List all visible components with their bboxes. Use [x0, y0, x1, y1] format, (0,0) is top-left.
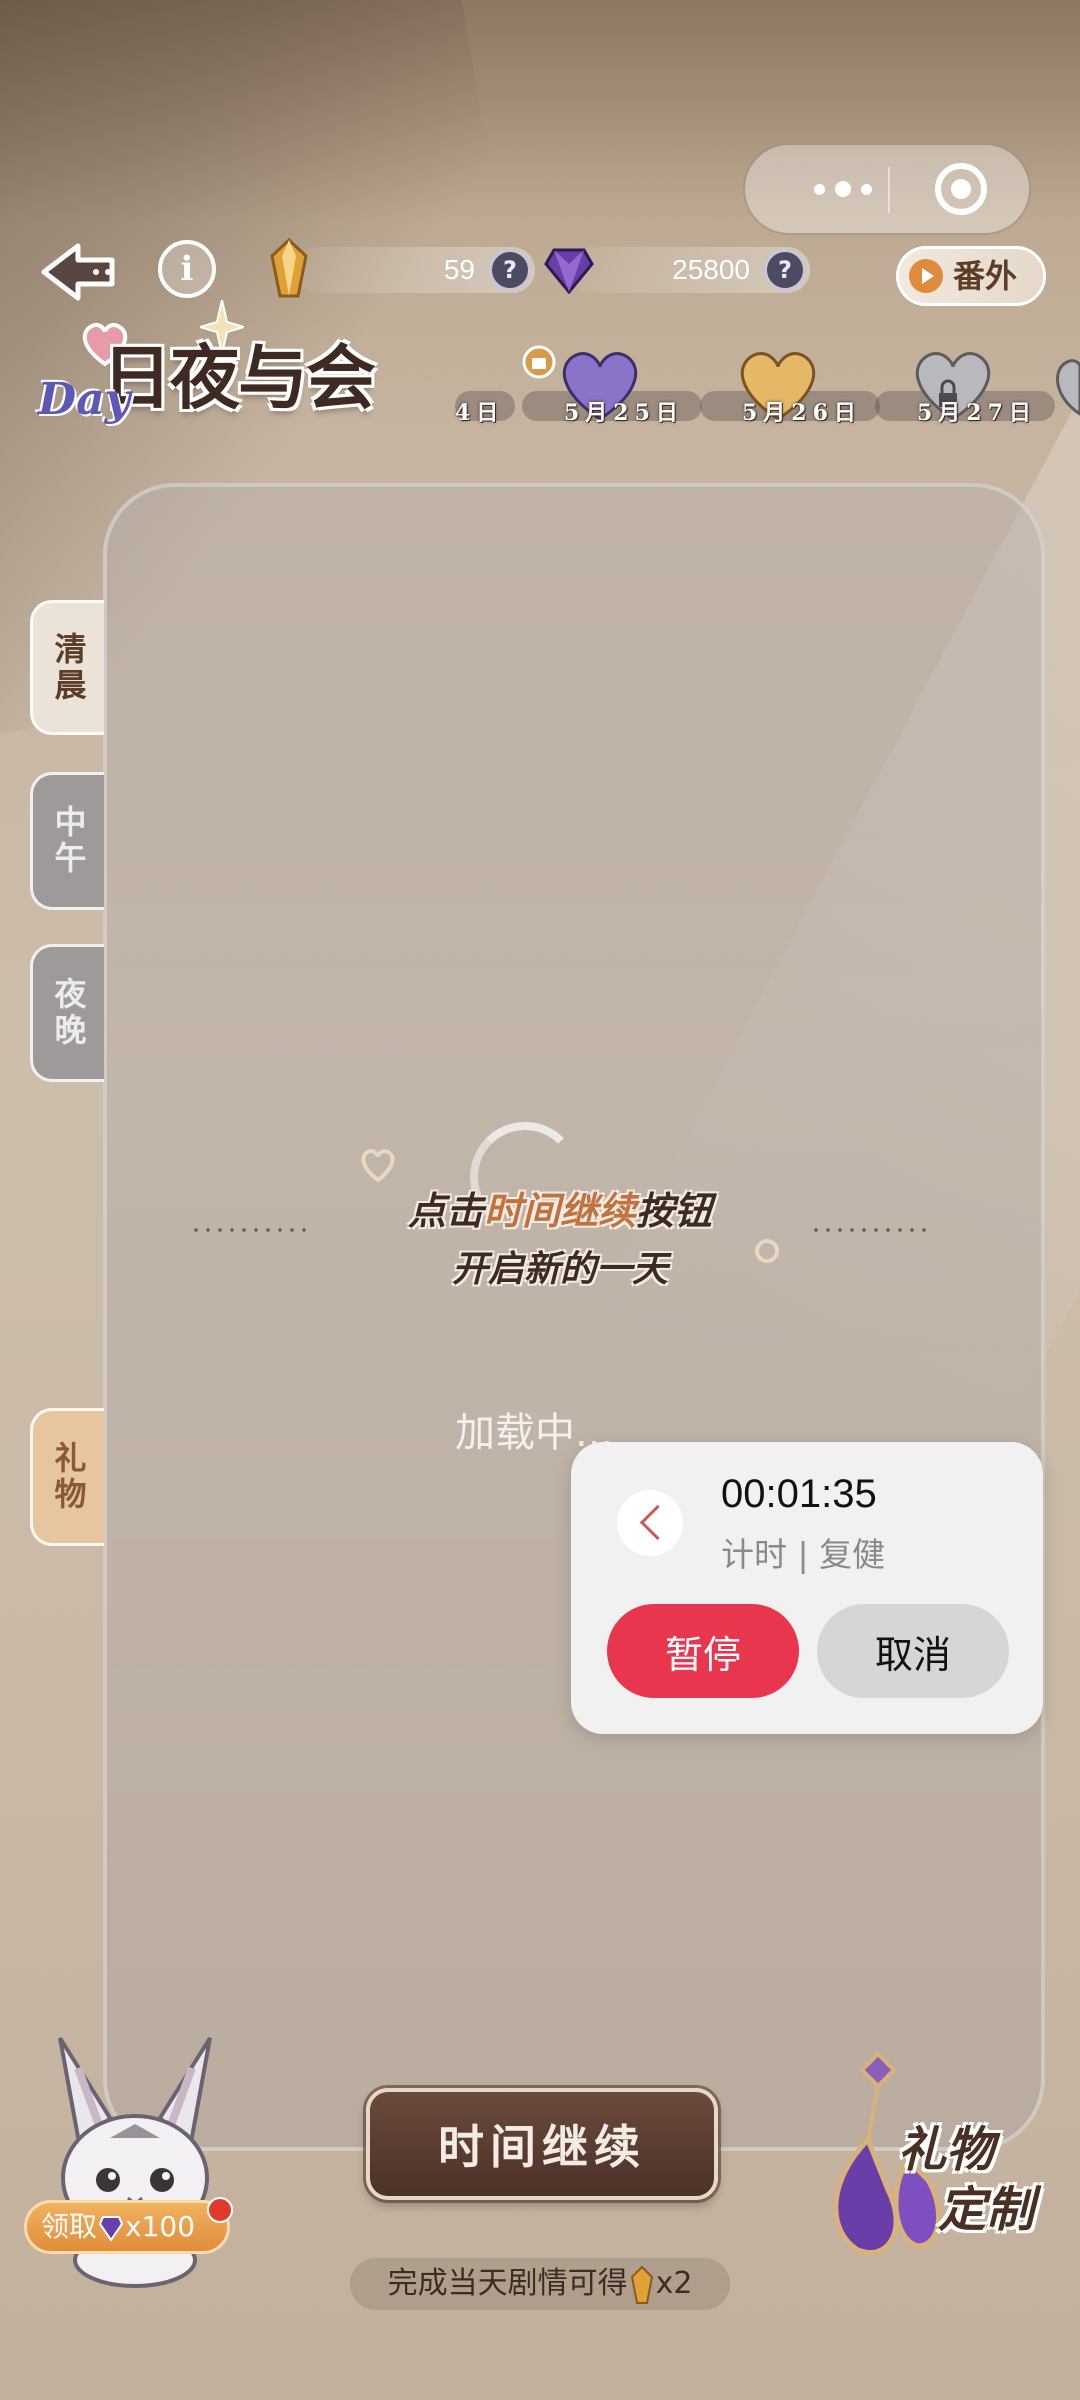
play-icon [909, 259, 943, 293]
side-tab-morning[interactable]: 清晨 [30, 600, 104, 735]
purple-gem-icon [544, 248, 594, 294]
prompt-text-highlight: 时间继续 [483, 1188, 636, 1233]
currency-gold: 59 ? [295, 247, 535, 293]
side-tab-night-label: 夜晚 [49, 977, 88, 1049]
date-tab-label: 5月25日 [564, 400, 684, 426]
info-button[interactable]: i [158, 240, 216, 298]
date-tab-5-27[interactable]: 5月27日 [875, 345, 1055, 426]
logo-title: 日夜与会 [102, 336, 376, 419]
start-prompt: 点击时间继续按钮 开启新的一天 [190, 1170, 930, 1300]
extra-story-label: 番外 [953, 257, 1018, 295]
currency-purple-help-icon[interactable]: ? [764, 249, 806, 291]
cancel-button[interactable]: 取消 [817, 1604, 1009, 1698]
timer-subtitle: 计时 | 复健 [721, 1535, 886, 1574]
date-tab-partial[interactable]: 4日 [455, 345, 515, 426]
side-tab-night[interactable]: 夜晚 [30, 944, 104, 1082]
gold-gem-mini-icon [630, 2265, 653, 2304]
date-tab-label: 4日 [455, 400, 505, 426]
prompt-line-2: 开启新的一天 [451, 1248, 668, 1290]
claim-notification-dot [207, 2197, 233, 2223]
claim-label: 领取 [41, 2210, 98, 2243]
currency-purple: 25800 ? [570, 247, 810, 293]
gift-customize-label-2: 定制 [938, 2182, 1035, 2238]
time-continue-button[interactable]: 时间继续 [366, 2088, 718, 2200]
date-tab-5-25[interactable]: 5月25日 [522, 345, 702, 426]
game-logo: 日夜与会 Day [30, 300, 460, 460]
hint-reward: x2 [655, 2266, 693, 2301]
close-miniprogram-icon[interactable] [935, 163, 987, 215]
side-tab-gift-label: 礼物 [49, 1441, 88, 1513]
hint-text: 完成当天剧情可得 [387, 2266, 628, 2301]
gift-badge-icon [522, 345, 556, 379]
logo-day: Day [38, 374, 131, 425]
side-tab-morning-label: 清晨 [49, 631, 88, 704]
side-tab-noon-label: 中午 [49, 805, 88, 877]
currency-gold-help-icon[interactable]: ? [489, 249, 531, 291]
extra-story-button[interactable]: 番外 [896, 246, 1046, 306]
timer-time: 00:01:35 [721, 1472, 877, 1516]
claim-reward-button[interactable]: 领取 x100 [24, 2197, 233, 2254]
prompt-text-post: 按钮 [636, 1188, 713, 1233]
timer-popup: 00:01:35 计时 | 复健 暂停 取消 [571, 1442, 1043, 1734]
side-tab-gift[interactable]: 礼物 [30, 1408, 104, 1546]
date-tab-label: 5月26日 [742, 400, 862, 426]
prompt-line-1: 点击时间继续按钮 [190, 1180, 930, 1235]
gold-gem-icon [270, 238, 308, 298]
prompt-text-pre: 点击 [407, 1188, 484, 1233]
purple-gem-mini-icon [99, 2216, 124, 2242]
gift-customize-button[interactable]: 礼物 定制 [808, 2050, 1068, 2260]
timer-collapse-icon[interactable] [617, 1490, 683, 1556]
miniprogram-capsule [743, 143, 1031, 235]
claim-amount: x100 [125, 2210, 196, 2243]
pause-button[interactable]: 暂停 [607, 1604, 799, 1698]
currency-gold-amount: 59 [443, 254, 475, 285]
date-tab-5-26[interactable]: 5月26日 [700, 345, 880, 426]
date-tab-label: 5月27日 [917, 400, 1037, 426]
back-arrow-icon[interactable] [38, 240, 120, 304]
next-date-heart-icon [1056, 359, 1080, 416]
side-tab-noon[interactable]: 中午 [30, 772, 104, 910]
story-card-overlay [103, 483, 1045, 2151]
capsule-divider [888, 167, 890, 213]
completion-hint: 完成当天剧情可得 x2 [350, 2258, 730, 2310]
more-menu-icon[interactable] [783, 145, 903, 233]
currency-purple-amount: 25800 [672, 254, 750, 285]
